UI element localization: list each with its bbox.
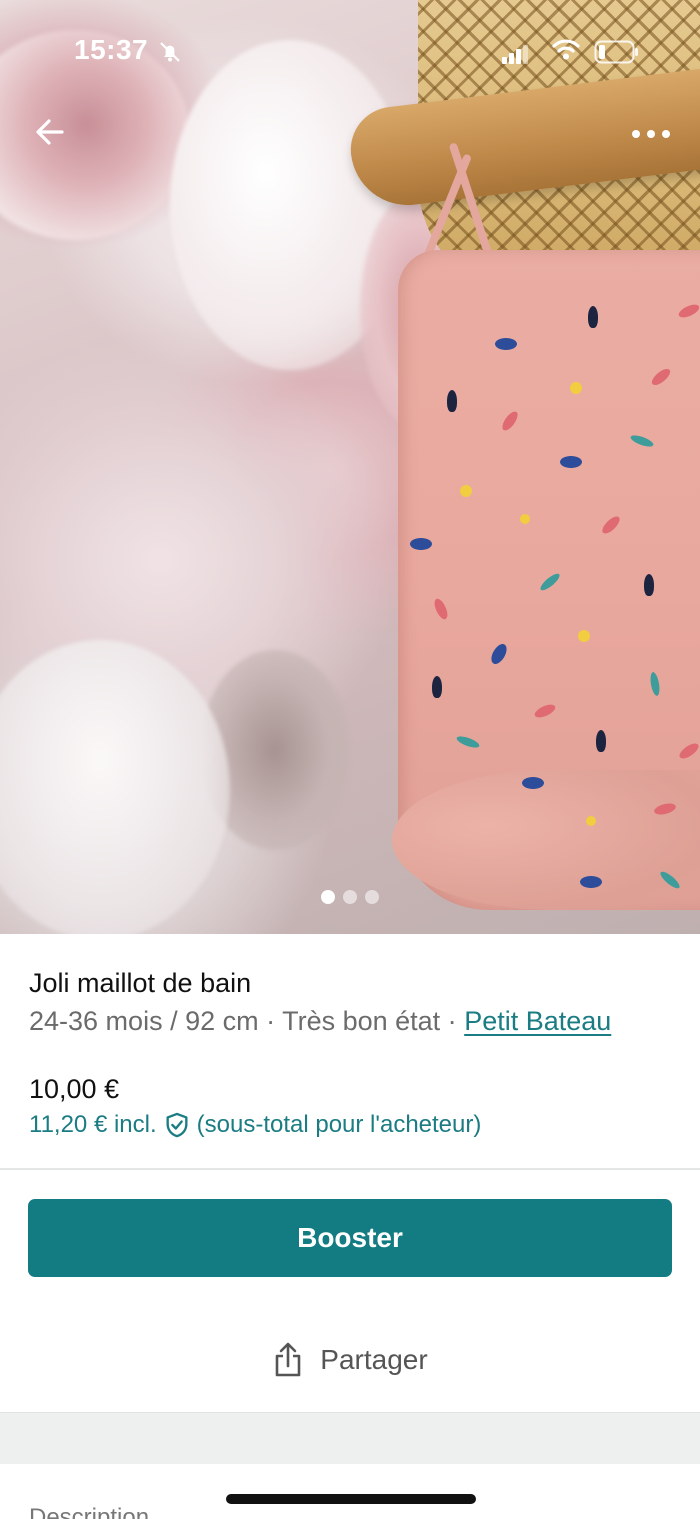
arrow-left-icon [36,119,64,145]
section-separator [0,1412,700,1464]
product-price: 10,00 € [29,1074,120,1104]
more-horizontal-icon [632,130,670,138]
sun-motif [460,485,472,497]
swimsuit-ruffle [392,770,700,910]
pager-dot[interactable] [321,890,335,904]
bell-slash-icon [160,42,180,62]
pager-dot[interactable] [365,890,379,904]
home-indicator[interactable] [226,1494,476,1504]
buyer-price-row[interactable]: 11,20 € incl. (sous-total pour l'acheteu… [29,1111,481,1139]
shield-check-icon [166,1112,188,1138]
product-size-condition: 24-36 mois / 92 cm · Très bon état · [29,1006,465,1036]
puffin-motif [447,390,457,412]
fish-motif [560,456,582,468]
back-button[interactable] [30,112,70,152]
fish-motif [580,876,602,888]
product-title: Joli maillot de bain [29,968,252,998]
brand-link[interactable]: Petit Bateau [464,1006,611,1036]
battery-icon [594,40,638,64]
puffin-motif [432,676,442,698]
share-label: Partager [320,1344,428,1375]
sun-motif [578,630,590,642]
fish-motif [495,338,517,350]
fish-motif [522,777,544,789]
star-motif [520,514,530,524]
puffin-motif [596,730,606,752]
description-label: Description [29,1504,150,1519]
puffin-motif [644,574,654,596]
more-options-button[interactable] [626,116,676,152]
star-motif [570,382,582,394]
product-meta: 24-36 mois / 92 cm · Très bon état · Pet… [29,1006,611,1037]
status-time: 15:37 [74,34,149,65]
star-motif [586,816,596,826]
signal-icon [502,45,528,64]
photo-pager[interactable] [0,890,700,904]
wifi-icon [552,39,580,60]
fish-motif [410,538,432,550]
booster-button[interactable]: Booster [28,1199,672,1277]
divider [0,1168,700,1170]
share-button[interactable]: Partager [0,1330,700,1390]
share-icon [275,1342,301,1377]
buyer-price: 11,20 € incl. [29,1111,157,1138]
puffin-motif [588,306,598,328]
buyer-price-note: (sous-total pour l'acheteur) [196,1111,482,1138]
product-photo[interactable]: 15:37 [0,0,700,934]
pager-dot[interactable] [343,890,357,904]
